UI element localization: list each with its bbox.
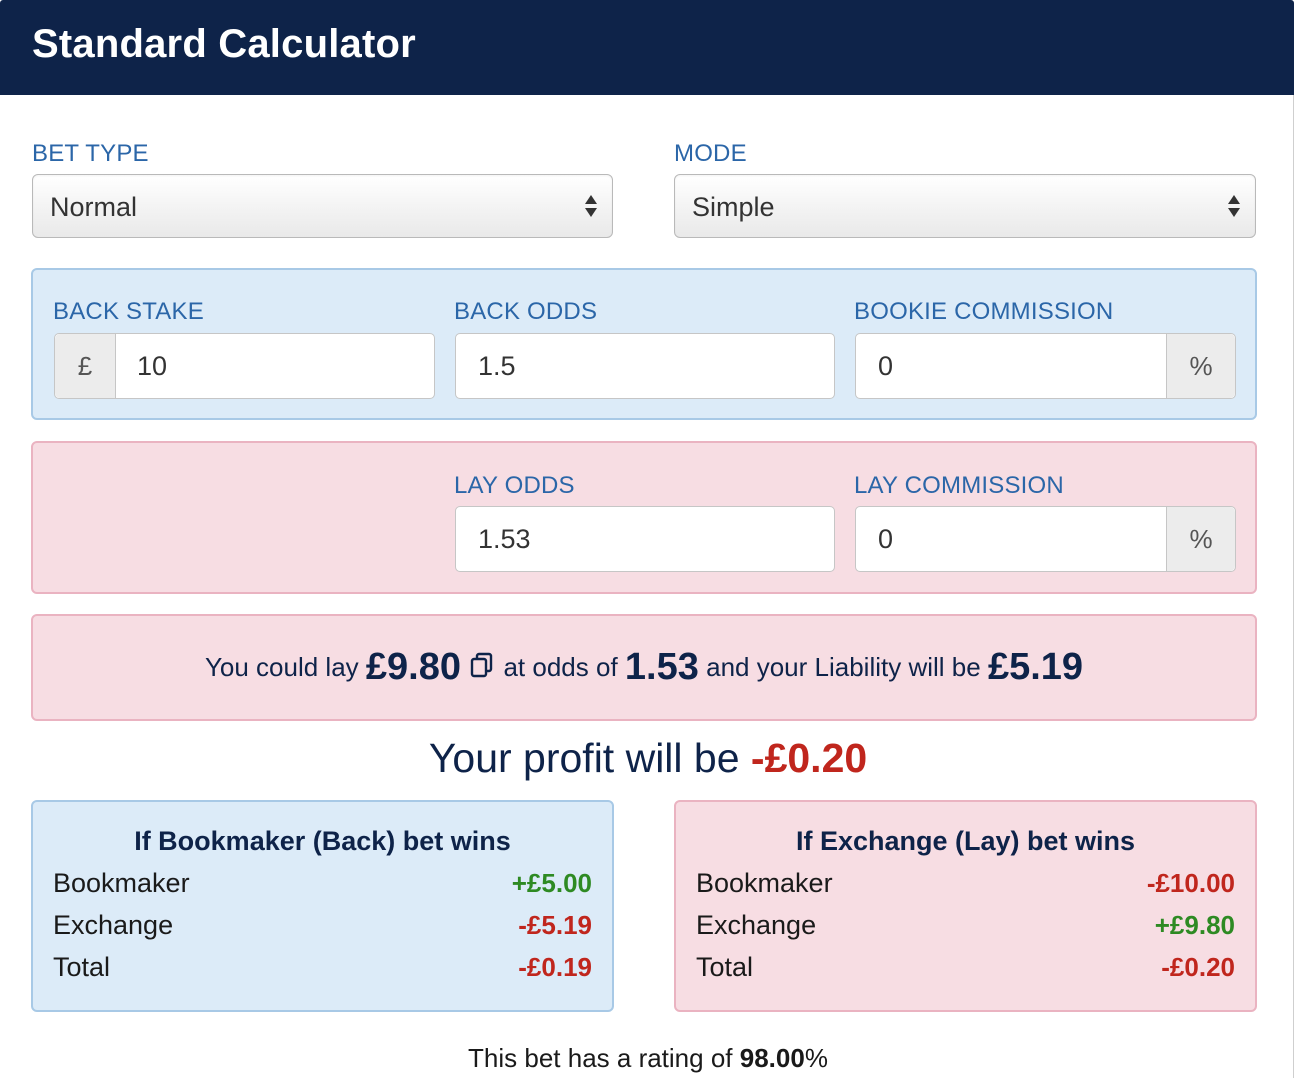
percent-addon: %	[1166, 334, 1235, 398]
back-stake-value: 10	[137, 351, 168, 381]
lay-summary-text-1: You could lay	[204, 652, 359, 682]
back-stake-input[interactable]: £ 10	[54, 333, 435, 399]
result-label: Bookmaker	[696, 868, 833, 898]
result-value: +£9.80	[1154, 910, 1235, 940]
lay-stake-amount: £9.80	[365, 646, 461, 688]
lay-odds-amount: 1.53	[624, 646, 699, 688]
profit-line: Your profit will be -£0.20	[0, 735, 1296, 782]
lay-summary-panel: You could lay £9.80 at odds of 1.53 and …	[31, 614, 1257, 721]
result-value: -£10.00	[1146, 868, 1235, 898]
result-row: Total -£0.19	[53, 952, 592, 992]
back-wins-title: If Bookmaker (Back) bet wins	[134, 826, 511, 856]
profit-text: Your profit will be	[428, 735, 740, 781]
percent-addon: %	[1166, 507, 1235, 571]
back-bet-panel: BACK STAKE £ 10 BACK ODDS 1.5 BOOKIE COM…	[31, 268, 1257, 420]
result-label: Exchange	[696, 910, 817, 940]
liability-amount: £5.19	[987, 646, 1084, 688]
bet-type-label: BET TYPE	[32, 140, 149, 167]
result-row: Bookmaker +£5.00	[53, 868, 592, 908]
result-value: -£0.19	[518, 952, 592, 982]
bet-type-value: Normal	[50, 192, 138, 222]
result-row: Exchange +£9.80	[696, 910, 1235, 950]
bet-rating: This bet has a rating of 98.00%	[0, 1043, 1296, 1074]
profit-value: -£0.20	[750, 735, 868, 781]
back-odds-input[interactable]: 1.5	[455, 333, 835, 399]
result-row: Exchange -£5.19	[53, 910, 592, 950]
mode-label: MODE	[674, 140, 747, 167]
lay-summary-text: You could lay £9.80 at odds of 1.53 and …	[33, 646, 1255, 689]
lay-summary-text-3: and your Liability will be	[706, 652, 981, 682]
back-wins-panel: If Bookmaker (Back) bet wins Bookmaker +…	[31, 800, 614, 1012]
result-label: Total	[696, 952, 754, 982]
back-stake-label: BACK STAKE	[53, 298, 204, 325]
result-label: Total	[53, 952, 111, 982]
lay-commission-input[interactable]: 0 %	[855, 506, 1236, 572]
copy-icon[interactable]	[470, 652, 494, 678]
result-label: Bookmaker	[53, 868, 190, 898]
bookie-commission-label: BOOKIE COMMISSION	[854, 298, 1114, 325]
bookie-commission-value: 0	[878, 351, 894, 381]
lay-bet-panel: LAY ODDS 1.53 LAY COMMISSION 0 %	[31, 441, 1257, 594]
bet-type-select[interactable]: Normal	[32, 174, 613, 238]
lay-odds-value: 1.53	[478, 524, 531, 554]
bookie-commission-input[interactable]: 0 %	[855, 333, 1236, 399]
rating-text: This bet has a rating of	[468, 1043, 733, 1073]
mode-value: Simple	[692, 192, 775, 222]
lay-odds-label: LAY ODDS	[454, 472, 575, 499]
rating-value: 98.00	[739, 1043, 805, 1073]
frame-border	[1293, 95, 1294, 1078]
lay-odds-input[interactable]: 1.53	[455, 506, 835, 572]
mode-select[interactable]: Simple	[674, 174, 1256, 238]
result-value: -£0.20	[1161, 952, 1235, 982]
currency-addon: £	[55, 334, 116, 398]
page-title: Standard Calculator	[32, 22, 416, 66]
back-odds-value: 1.5	[478, 351, 516, 381]
result-row: Total -£0.20	[696, 952, 1235, 992]
back-odds-label: BACK ODDS	[454, 298, 598, 325]
lay-wins-title: If Exchange (Lay) bet wins	[795, 826, 1136, 856]
lay-wins-panel: If Exchange (Lay) bet wins Bookmaker -£1…	[674, 800, 1257, 1012]
result-value: -£5.19	[518, 910, 592, 940]
lay-commission-label: LAY COMMISSION	[854, 472, 1064, 499]
updown-arrows-icon	[585, 195, 597, 217]
lay-summary-text-2: at odds of	[503, 652, 618, 682]
updown-arrows-icon	[1228, 195, 1240, 217]
calculator-header: Standard Calculator	[0, 0, 1294, 95]
lay-commission-value: 0	[878, 524, 894, 554]
rating-suffix: %	[804, 1043, 828, 1073]
result-label: Exchange	[53, 910, 174, 940]
result-value: +£5.00	[511, 868, 592, 898]
result-row: Bookmaker -£10.00	[696, 868, 1235, 908]
